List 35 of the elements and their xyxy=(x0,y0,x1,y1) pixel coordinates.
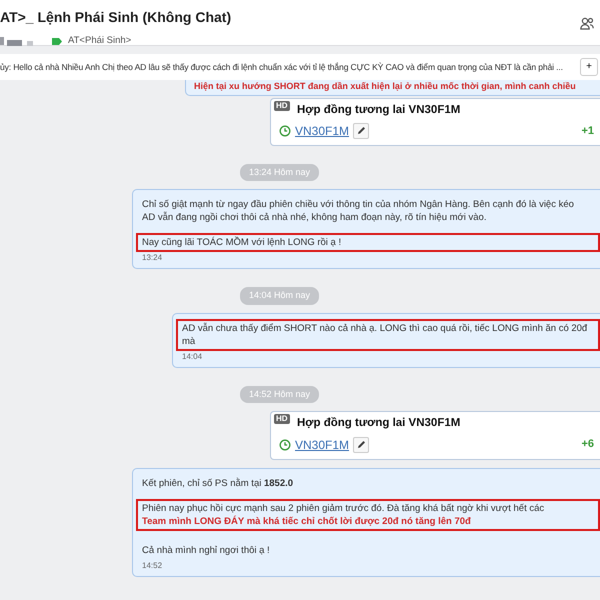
members-icon[interactable] xyxy=(580,17,594,30)
pencil-icon xyxy=(356,440,366,449)
time-divider: 14:52 Hôm nay xyxy=(240,386,320,404)
clock-icon xyxy=(279,124,291,137)
chat-title: AT>_ Lệnh Phái Sinh (Không Chat) xyxy=(0,8,232,27)
contract-badge: HD xyxy=(274,100,290,110)
clock-icon xyxy=(279,438,291,450)
contract-title: Hợp đồng tương lai VN30F1M xyxy=(297,416,460,432)
message-text: Chỉ số giật mạnh từ ngay đầu phiên chiều với thông tin của nhóm Ngân Hàng. Bên cạnh đó là việc kéo xyxy=(142,198,575,212)
message-text: Team mình LONG ĐÁY mà khá tiếc chỉ chốt lời được 20đ nó tăng lên 70đ xyxy=(142,514,472,528)
add-button[interactable]: + xyxy=(580,58,598,76)
contract-badge: HD xyxy=(274,414,290,424)
pencil-icon xyxy=(356,126,366,136)
message-time: 14:52 xyxy=(141,560,164,572)
message-time: 13:24 xyxy=(141,252,164,264)
message-text: Nay cũng lãi TOÁC MỒM với lệnh LONG rồi ạ ! xyxy=(142,236,342,250)
tag-icon xyxy=(52,38,62,45)
pinned-notice: ủy: Hello cả nhà Nhiều Anh Chị theo AD lâu sẽ thấy được cách đi lệnh chuẩn xác với tỉ lệ thắng CỰC KỲ CAO và điểm quan trọng của NĐT là cần phải ... xyxy=(0,60,563,74)
edit-button[interactable] xyxy=(353,436,370,452)
message-bubble: Hiện tại xu hướng SHORT đang dần xuất hiện lại ở nhiều mốc thời gian, mình canh chiều xyxy=(185,80,600,96)
symbol-link[interactable]: VN30F1M xyxy=(295,122,350,140)
message-text: AD vẫn chưa thấy điểm SHORT nào cả nhà ạ. LONG thì cao quá rồi, tiếc LONG mình ăn có 20đ mà xyxy=(182,322,588,348)
price-change: +6 xyxy=(581,437,594,452)
price-change: +1 xyxy=(581,124,594,138)
symbol-link[interactable]: VN30F1M xyxy=(295,436,350,454)
message-time: 14:04 xyxy=(181,350,204,363)
message-text: Phiên nay phục hồi cực mạnh sau 2 phiên giảm trước đó. Đà tăng khá bất ngờ khi vượt hết các xyxy=(142,502,546,514)
time-divider: 13:24 Hôm nay xyxy=(240,164,320,182)
group-tag: AT<Phái Sinh> xyxy=(68,34,132,48)
message-text: Cả nhà mình nghỉ ngơi thôi ạ ! xyxy=(142,544,271,556)
message-text: Kết phiên, chỉ số PS nằm tại 1852.0 xyxy=(142,476,294,490)
contract-title: Hợp đồng tương lai VN30F1M xyxy=(297,102,460,118)
time-divider: 14:04 Hôm nay xyxy=(240,287,320,305)
edit-button[interactable] xyxy=(353,122,370,139)
message-text: AD vẫn đang ngồi chơi thôi cả nhà nhé, không ham đoạn này, rõ tín hiệu mới vào. xyxy=(142,211,488,224)
